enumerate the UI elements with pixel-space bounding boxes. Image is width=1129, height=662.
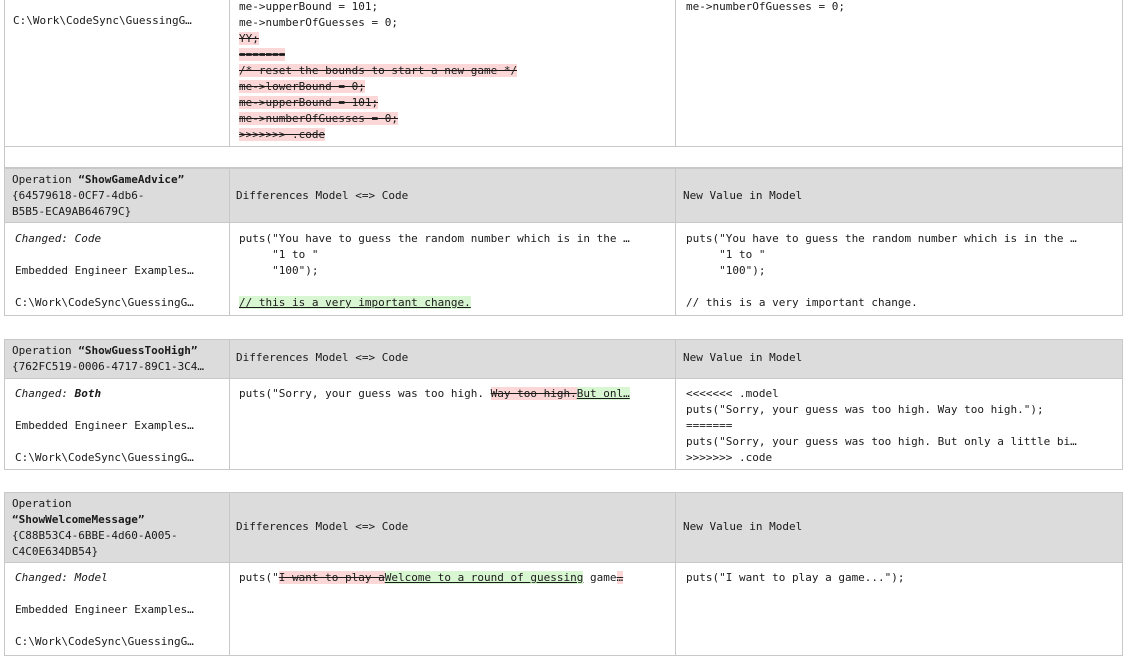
changed-status: Changed: Model: [15, 571, 108, 584]
package-name: Embedded Engineer Examples…: [15, 264, 194, 277]
column-divider: [675, 169, 676, 315]
diff-line-deleted: me->lowerBound = 0;: [239, 80, 365, 93]
file-path: C:\Work\CodeSync\GuessingG…: [13, 14, 192, 27]
diff-line-deleted: me->numberOfGuesses = 0;: [239, 112, 398, 125]
new-value-line: // this is a very important change.: [686, 296, 918, 309]
operation-title: Operation: [12, 497, 72, 510]
package-name: Embedded Engineer Examples…: [15, 419, 194, 432]
diff-line-deleted: /* reset the bounds to start a new game …: [239, 64, 518, 77]
new-value-line: =======: [686, 419, 733, 432]
new-value-line: puts("Sorry, your guess was too high. Bu…: [686, 435, 1077, 448]
column-divider: [229, 169, 230, 315]
column-divider: [229, 0, 230, 146]
diff-line: "100");: [239, 264, 319, 277]
diff-line: puts("Sorry, your guess was too high. Wa…: [239, 387, 630, 400]
diff-line: me->numberOfGuesses = 0;: [239, 16, 398, 29]
operation-guid: B5B5-ECA9AB64679C}: [12, 205, 132, 218]
new-value-line: me->numberOfGuesses = 0;: [686, 0, 845, 13]
file-path: C:\Work\CodeSync\GuessingG…: [15, 451, 194, 464]
operation-title: Operation “ShowGuessTooHigh”: [12, 344, 198, 357]
new-value-column-header: New Value in Model: [683, 351, 803, 364]
diff-line-deleted: =======: [239, 48, 286, 61]
operation-block-show-welcome-message: Operation “ShowWelcomeMessage” {C88B53C4…: [4, 492, 1123, 656]
column-divider: [675, 0, 676, 146]
operation-guid: C4C0E634DB54}: [12, 545, 99, 558]
operation-guid: {C88B53C4-6BBE-4d60-A005-: [12, 529, 178, 542]
column-divider: [675, 340, 676, 469]
file-path: C:\Work\CodeSync\GuessingG…: [15, 635, 194, 648]
new-value-line: puts("Sorry, your guess was too high. Wa…: [686, 403, 1044, 416]
diff-line: me->upperBound = 101;: [239, 0, 379, 13]
new-value-line: puts("You have to guess the random numbe…: [686, 232, 1077, 245]
changed-status: Changed: Both: [15, 387, 102, 400]
column-divider: [675, 493, 676, 655]
new-value-line: "1 to ": [686, 248, 766, 261]
changed-status: Changed: Code: [15, 232, 102, 245]
diff-line: puts("You have to guess the random numbe…: [239, 232, 630, 245]
top-diff-block: C:\Work\CodeSync\GuessingG… me->upperBou…: [4, 0, 1123, 147]
package-name: Embedded Engineer Examples…: [15, 603, 194, 616]
operation-title: Operation “ShowGameAdvice”: [12, 173, 185, 186]
column-divider: [229, 493, 230, 655]
column-divider: [229, 340, 230, 469]
operation-name: “ShowWelcomeMessage”: [12, 513, 145, 526]
separator-row: [4, 146, 1123, 168]
new-value-line: <<<<<<< .model: [686, 387, 779, 400]
new-value-column-header: New Value in Model: [683, 189, 803, 202]
file-path: C:\Work\CodeSync\GuessingG…: [15, 296, 194, 309]
diff-column-header: Differences Model <=> Code: [236, 189, 409, 202]
diff-column-header: Differences Model <=> Code: [236, 520, 409, 533]
operation-block-show-game-advice: Operation “ShowGameAdvice” {64579618-0CF…: [4, 168, 1123, 316]
new-value-line: >>>>>>> .code: [686, 451, 773, 464]
operation-guid: {762FC519-0006-4717-89C1-3C4…: [12, 360, 205, 373]
diff-line-deleted: >>>>>>> .code: [239, 128, 326, 141]
operation-guid: {64579618-0CF7-4db6-: [12, 189, 145, 202]
new-value-column-header: New Value in Model: [683, 520, 803, 533]
diff-line: puts("I want to play aWelcome to a round…: [239, 571, 624, 584]
diff-line: "1 to ": [239, 248, 319, 261]
operation-block-show-guess-too-high: Operation “ShowGuessTooHigh” {762FC519-0…: [4, 339, 1123, 470]
new-value-line: puts("I want to play a game...");: [686, 571, 905, 584]
diff-column-header: Differences Model <=> Code: [236, 351, 409, 364]
diff-line-deleted: YY;: [239, 32, 259, 45]
diff-line-deleted: me->upperBound = 101;: [239, 96, 379, 109]
new-value-line: "100");: [686, 264, 766, 277]
diff-line-inserted: // this is a very important change.: [239, 296, 471, 309]
